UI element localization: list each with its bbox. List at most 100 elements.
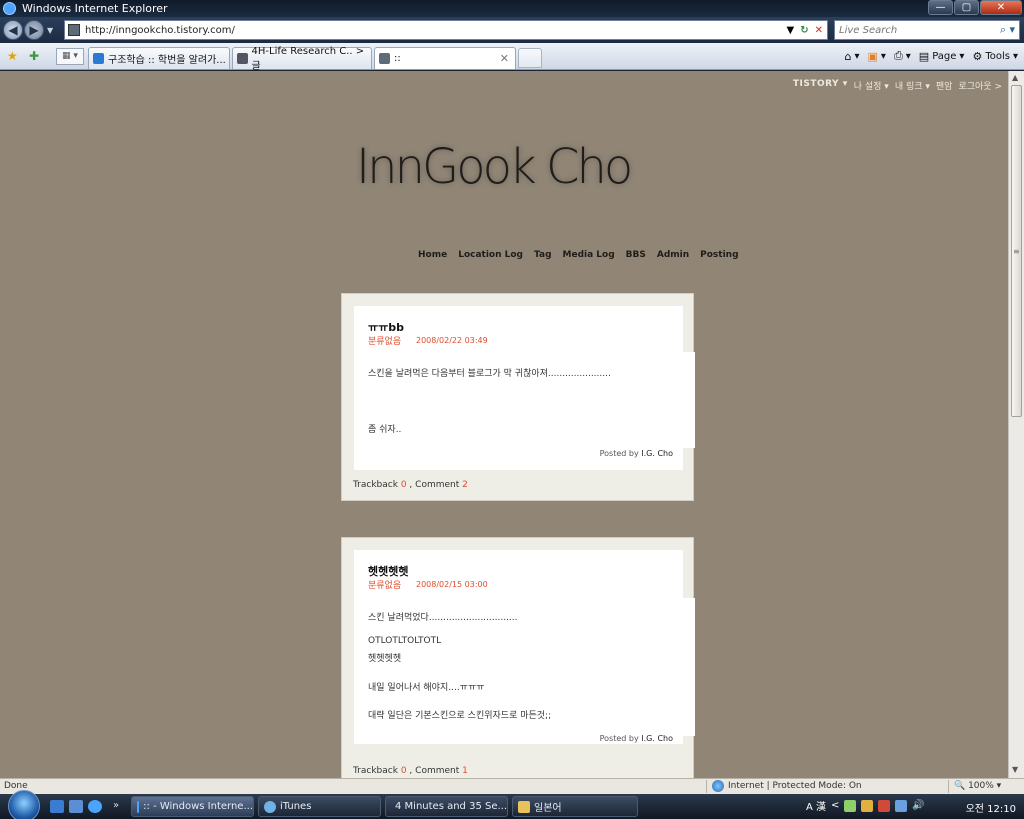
- fan-link[interactable]: 팬암: [936, 79, 953, 92]
- taskbar-item-ie[interactable]: :: - Windows Interne...: [131, 796, 254, 817]
- zoom-control[interactable]: 🔍 100% ▾: [954, 781, 1001, 791]
- system-tray: A 漢 < 🔊: [806, 798, 925, 813]
- refresh-icon[interactable]: ↻: [800, 25, 808, 36]
- post-date: 2008/02/15 03:00: [416, 580, 488, 589]
- trackback-count: 0: [400, 766, 407, 776]
- posted-by-label: Posted by: [599, 734, 639, 743]
- add-favorites-icon[interactable]: ✚: [29, 49, 39, 63]
- comment-link[interactable]: Comment: [415, 766, 459, 776]
- post-body: ㅠㅠbb 분류없음 2008/02/22 03:49 스킨을 날려먹은 다음부터…: [354, 306, 695, 470]
- quicklaunch-expand-icon[interactable]: »: [113, 800, 127, 813]
- url-field[interactable]: http://inngookcho.tistory.com/: [85, 25, 235, 36]
- network-tray-icon[interactable]: [844, 799, 857, 812]
- scroll-up-arrow-icon[interactable]: ▲: [1012, 73, 1018, 82]
- menu-tag[interactable]: Tag: [534, 250, 552, 260]
- post-text-line: 헷헷헷헷: [368, 654, 402, 664]
- blog-menu: Home Location Log Tag Media Log BBS Admi…: [418, 250, 739, 260]
- tools-menu-label: Tools: [985, 50, 1010, 62]
- tab-3-active[interactable]: :: ✕: [374, 47, 516, 69]
- page-menu[interactable]: ▤ Page ▾: [919, 50, 965, 63]
- start-button[interactable]: [8, 790, 40, 819]
- trackback-link[interactable]: Trackback: [353, 766, 398, 776]
- command-bar: ⌂ ▾ ▣ ▾ ⎙ ▾ ▤ Page ▾ ⚙ Tools ▾: [845, 49, 1019, 63]
- new-tab-button[interactable]: [518, 48, 542, 68]
- tray-expand-icon[interactable]: <: [831, 800, 839, 811]
- minimize-button[interactable]: —: [928, 0, 953, 15]
- app-tray-icon[interactable]: [861, 799, 874, 812]
- tools-menu[interactable]: ⚙ Tools ▾: [972, 50, 1018, 63]
- menu-home[interactable]: Home: [418, 250, 447, 260]
- address-dropdown-icon[interactable]: ▼: [787, 25, 795, 36]
- settings-link[interactable]: 나 설정 ▾: [854, 79, 889, 92]
- tab-2[interactable]: 4H-Life Research C.. > 글: [232, 45, 372, 72]
- post-category[interactable]: 분류없음: [368, 334, 401, 347]
- tab-1[interactable]: 구조학습 :: 학번을 알려가...: [88, 47, 230, 69]
- display-tray-icon[interactable]: [895, 799, 908, 812]
- tistory-brand-link[interactable]: TISTORY ▾: [793, 79, 848, 92]
- ime-indicator[interactable]: A 漢: [806, 798, 826, 813]
- logout-link[interactable]: 로그아웃 >: [958, 79, 1002, 92]
- switch-windows-icon[interactable]: [69, 800, 83, 813]
- page-icon: [379, 53, 390, 64]
- tab-label: 4H-Life Research C.. > 글: [251, 45, 365, 72]
- post-text-line: 대략 일단은 기본스킨으로 스킨위자드로 마든것;;: [368, 711, 552, 721]
- post-title[interactable]: ㅠㅠbb: [368, 319, 404, 335]
- post-title[interactable]: 헷헷헷헷: [368, 563, 408, 579]
- task-label: 4 Minutes and 35 Se...: [395, 801, 508, 812]
- menu-location-log[interactable]: Location Log: [458, 250, 523, 260]
- comment-count: 1: [462, 766, 468, 776]
- menu-bbs[interactable]: BBS: [626, 250, 646, 260]
- quick-tabs-button[interactable]: ▦ ▾: [56, 48, 84, 65]
- print-button[interactable]: ⎙ ▾: [894, 49, 911, 63]
- post-author[interactable]: I.G. Cho: [641, 734, 673, 743]
- menu-media-log[interactable]: Media Log: [563, 250, 615, 260]
- feeds-button[interactable]: ▣ ▾: [868, 50, 886, 63]
- status-divider: [948, 780, 949, 793]
- search-box: ⌕ ▾: [834, 20, 1020, 40]
- post-meta: Trackback 0 , Comment 2: [353, 480, 468, 490]
- post-text-line: OTLOTLTOLTOTL: [368, 636, 442, 646]
- favorites-star-icon[interactable]: ★: [7, 49, 18, 63]
- back-button[interactable]: ◀: [3, 20, 23, 40]
- maximize-button[interactable]: ▢: [954, 0, 979, 15]
- post-author[interactable]: I.G. Cho: [641, 449, 673, 458]
- search-icon[interactable]: ⌕ ▾: [1000, 23, 1015, 37]
- security-zone[interactable]: Internet | Protected Mode: On: [712, 780, 862, 792]
- vertical-scrollbar[interactable]: ▲ ≡ ▼: [1008, 71, 1024, 778]
- comment-count: 2: [462, 480, 468, 490]
- post-text-line: 좀 쉬자..: [368, 425, 402, 435]
- zone-label: Internet | Protected Mode: On: [728, 781, 862, 791]
- task-label: iTunes: [280, 801, 312, 812]
- taskbar-item-timer[interactable]: 4 Minutes and 35 Se...: [385, 796, 508, 817]
- home-button[interactable]: ⌂ ▾: [845, 50, 860, 63]
- ie-quicklaunch-icon[interactable]: [88, 800, 102, 813]
- stop-icon[interactable]: ✕: [815, 25, 823, 36]
- clock[interactable]: 오전 12:10: [966, 800, 1016, 815]
- comment-link[interactable]: Comment: [415, 480, 459, 490]
- post-text-line: 스킨 날려먹었다...............................: [368, 613, 518, 623]
- post-card: ㅠㅠbb 분류없음 2008/02/22 03:49 스킨을 날려먹은 다음부터…: [341, 293, 695, 501]
- show-desktop-icon[interactable]: [50, 800, 64, 813]
- trackback-link[interactable]: Trackback: [353, 480, 398, 490]
- address-actions: ▼ ↻ ✕: [787, 21, 827, 39]
- tab-bar: ★ ✚ ▦ ▾ 구조학습 :: 학번을 알려가... 4H-Life Resea…: [0, 43, 1024, 72]
- close-button[interactable]: ✕: [980, 0, 1022, 15]
- my-links-link[interactable]: 내 링크 ▾: [895, 79, 930, 92]
- menu-admin[interactable]: Admin: [657, 250, 689, 260]
- posted-by: Posted by I.G. Cho: [600, 449, 673, 458]
- volume-icon[interactable]: 🔊: [912, 800, 924, 811]
- forward-button[interactable]: ▶: [24, 20, 44, 40]
- alert-tray-icon[interactable]: [878, 799, 891, 812]
- taskbar-item-folder[interactable]: 일본어: [512, 796, 638, 817]
- menu-posting[interactable]: Posting: [700, 250, 738, 260]
- search-input[interactable]: [839, 24, 989, 36]
- scroll-down-arrow-icon[interactable]: ▼: [1012, 765, 1018, 774]
- tab-close-icon[interactable]: ✕: [500, 52, 509, 65]
- address-toolbar: ◀ ▶ ▼ http://inngookcho.tistory.com/ ▼ ↻…: [0, 17, 1024, 43]
- blog-title[interactable]: InnGook Cho: [356, 139, 633, 195]
- address-bar[interactable]: http://inngookcho.tistory.com/ ▼ ↻ ✕: [64, 20, 828, 40]
- window-title: Windows Internet Explorer: [22, 2, 168, 15]
- taskbar-item-itunes[interactable]: iTunes: [258, 796, 381, 817]
- history-dropdown-icon[interactable]: ▼: [47, 26, 53, 35]
- post-category[interactable]: 분류없음: [368, 578, 401, 591]
